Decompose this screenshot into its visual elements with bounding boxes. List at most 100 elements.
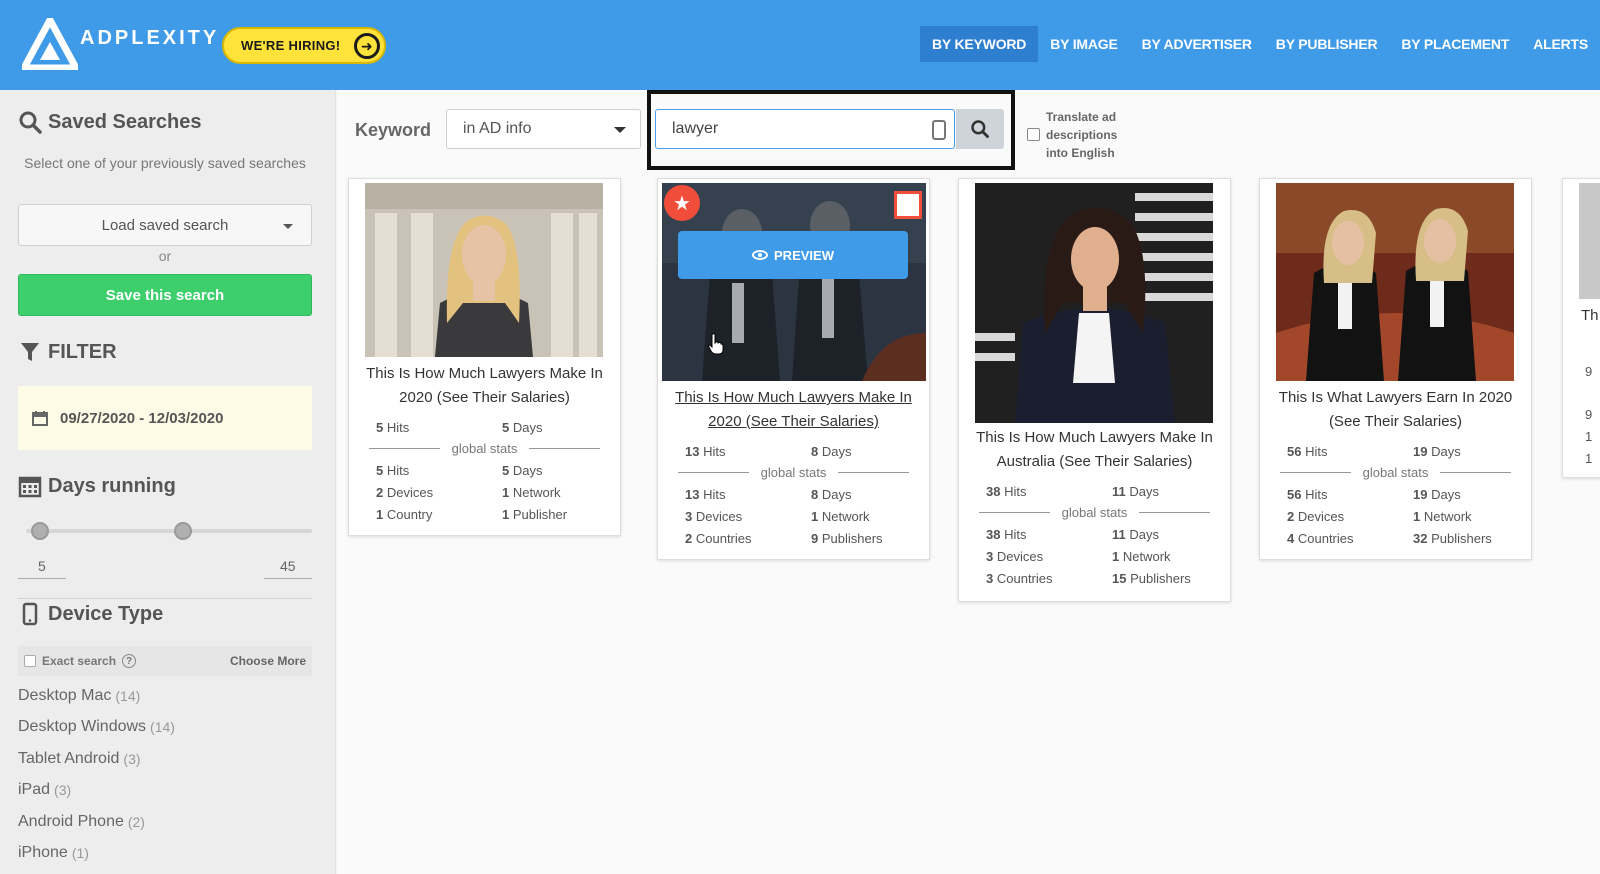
ad-title[interactable]: This Is How Much Lawyers Make In 2020 (S… — [355, 362, 614, 410]
help-icon[interactable]: ? — [122, 654, 137, 668]
days-slider-min-handle[interactable] — [31, 522, 50, 540]
ad-card[interactable]: This Is What Lawyers Earn In 2020 (See T… — [1259, 178, 1532, 560]
hiring-button[interactable]: WE'RE HIRING! ➜ — [222, 27, 386, 64]
device-name: Tablet Android — [18, 749, 120, 767]
global-stats-divider: global stats — [1280, 465, 1511, 480]
arrow-right-icon: ➜ — [354, 33, 380, 59]
global-days-stat: 5 Days — [502, 463, 543, 478]
keyboard-icon[interactable] — [932, 120, 946, 140]
search-button[interactable] — [956, 109, 1004, 149]
devices-stat: 2 Devices — [376, 485, 434, 500]
ad-title[interactable]: This Is How Much Lawyers Make In Austral… — [965, 426, 1224, 474]
translate-label: Translate ad descriptions into English — [1046, 110, 1118, 160]
save-search-button[interactable]: Save this search — [18, 274, 312, 316]
device-item-iphone[interactable]: iPhone (1) — [18, 838, 175, 870]
networks-stat: 1 Network — [502, 485, 561, 500]
or-separator: or — [158, 248, 172, 264]
countries-stat: 3 Countries — [986, 571, 1053, 586]
ad-card[interactable]: This Is How Much Lawyers Make In 2020 (S… — [348, 178, 621, 536]
days-stat: 5 Days — [502, 420, 543, 435]
choose-more-link[interactable]: Choose More — [230, 654, 306, 668]
partial-stat: 1 — [1585, 429, 1593, 444]
days-running-heading: Days running — [18, 474, 176, 498]
days-stat: 8 Days — [811, 444, 852, 459]
exact-search-label: Exact search — [42, 654, 117, 668]
translate-checkbox[interactable] — [1027, 128, 1040, 141]
device-item-desktop-windows[interactable]: Desktop Windows (14) — [18, 712, 175, 744]
search-icon — [971, 120, 989, 138]
global-days-stat: 11 Days — [1112, 527, 1159, 542]
ad-title[interactable]: This Is What Lawyers Earn In 2020 (See T… — [1266, 386, 1525, 434]
networks-stat: 1 Network — [1112, 549, 1171, 564]
select-checkbox[interactable] — [894, 191, 922, 219]
hand-cursor-icon — [708, 333, 724, 355]
global-stats-divider: global stats — [979, 505, 1210, 520]
keyword-search-input[interactable]: lawyer — [655, 109, 955, 149]
ad-thumbnail-image[interactable] — [1276, 183, 1514, 381]
nav-alerts[interactable]: ALERTS — [1521, 26, 1600, 62]
days-stat: 19 Days — [1413, 444, 1461, 459]
days-max-value[interactable]: 45 — [264, 558, 312, 579]
hits-stat: 5 Hits — [376, 420, 410, 435]
load-saved-search-label: Load saved search — [101, 216, 229, 234]
nav-by-advertiser[interactable]: BY ADVERTISER — [1130, 26, 1264, 62]
days-min-value[interactable]: 5 — [18, 558, 66, 579]
device-name: Desktop Windows — [18, 718, 147, 736]
exact-search-checkbox[interactable] — [24, 655, 36, 667]
nav-by-placement[interactable]: BY PLACEMENT — [1389, 26, 1521, 62]
device-item-ipad[interactable]: iPad (3) — [18, 775, 175, 807]
search-icon — [19, 111, 42, 134]
publishers-stat: 9 Publishers — [811, 531, 883, 546]
hits-stat: 56 Hits — [1287, 444, 1328, 459]
ad-thumbnail-image[interactable]: ★ PREVIEW — [662, 183, 926, 381]
days-slider-track[interactable] — [26, 529, 312, 533]
device-name: iPad — [18, 781, 51, 799]
ad-thumbnail-image[interactable] — [1579, 183, 1600, 299]
date-range-picker[interactable]: 09/27/2020 - 12/03/2020 — [18, 386, 312, 450]
device-type-title: Device Type — [48, 602, 164, 625]
days-stat: 11 Days — [1112, 484, 1159, 499]
nav-by-image[interactable]: BY IMAGE — [1038, 26, 1129, 62]
load-saved-search-dropdown[interactable]: Load saved search — [18, 204, 312, 246]
adplexity-logo[interactable]: ADPLEXITY — [22, 18, 219, 70]
partial-stat: 9 — [1585, 364, 1593, 379]
ad-card[interactable]: This Is How Much Lawyers Make In Austral… — [958, 178, 1231, 602]
ad-thumbnail-image[interactable] — [975, 183, 1213, 423]
device-count: (3) — [123, 750, 141, 767]
ad-title-link[interactable]: This Is How Much Lawyers Make In 2020 (S… — [664, 386, 923, 434]
ad-card-hovered[interactable]: ★ PREVIEW This Is How Much Lawyers Make … — [657, 178, 930, 560]
logo-text: ADPLEXITY — [80, 26, 220, 49]
partial-stat: 1 — [1585, 451, 1593, 466]
ad-card-partial[interactable]: Th 9 9 1 1 — [1562, 178, 1600, 478]
search-scope-value: in AD info — [463, 120, 532, 137]
preview-button[interactable]: PREVIEW — [678, 231, 908, 279]
saved-searches-heading: Saved Searches — [18, 110, 201, 134]
results-area: Keyword in AD info lawyer Translate ad d… — [337, 90, 1600, 874]
ad-thumbnail-image[interactable] — [365, 183, 603, 357]
device-name: Desktop Mac — [18, 686, 112, 704]
publishers-stat: 1 Publisher — [502, 507, 568, 522]
publishers-stat: 15 Publishers — [1112, 571, 1191, 586]
device-count: (1) — [71, 845, 89, 862]
search-scope-select[interactable]: in AD info — [446, 109, 641, 149]
networks-stat: 1 Network — [811, 509, 870, 524]
device-item-android-phone[interactable]: Android Phone (2) — [18, 806, 175, 838]
exact-search-bar: Exact search ? Choose More — [18, 646, 312, 676]
device-item-tablet-android[interactable]: Tablet Android (3) — [18, 743, 175, 775]
sidebar: Saved Searches Select one of your previo… — [0, 90, 336, 874]
device-list: Desktop Mac (14) Desktop Windows (14) Tabl… — [18, 680, 175, 869]
device-item-desktop-mac[interactable]: Desktop Mac (14) — [18, 680, 175, 712]
star-icon[interactable]: ★ — [664, 185, 700, 221]
nav-by-publisher[interactable]: BY PUBLISHER — [1264, 26, 1390, 62]
device-name: iPhone — [18, 844, 68, 862]
date-range-value: 09/27/2020 - 12/03/2020 — [60, 409, 224, 427]
days-slider-max-handle[interactable] — [174, 522, 193, 540]
top-header: ADPLEXITY WE'RE HIRING! ➜ BY KEYWORD BY … — [0, 0, 1600, 90]
main-nav: BY KEYWORD BY IMAGE BY ADVERTISER BY PUB… — [920, 26, 1600, 62]
nav-by-keyword[interactable]: BY KEYWORD — [920, 26, 1039, 62]
keyword-label: Keyword — [355, 120, 432, 140]
global-hits-stat: 56 Hits — [1287, 487, 1328, 502]
countries-stat: 4 Countries — [1287, 531, 1354, 546]
global-hits-stat: 5 Hits — [376, 463, 410, 478]
devices-stat: 3 Devices — [685, 509, 743, 524]
